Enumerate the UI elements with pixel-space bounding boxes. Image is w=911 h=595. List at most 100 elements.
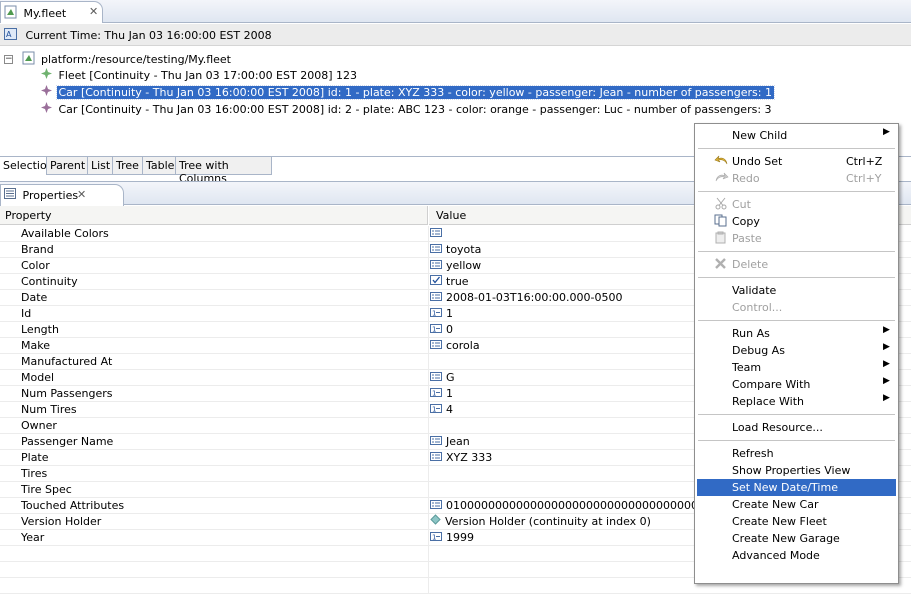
boolean-value-icon — [430, 274, 442, 288]
property-value[interactable]: Version Holder (continuity at index 0) — [430, 514, 651, 528]
tab-tree[interactable]: Tree — [113, 157, 143, 175]
menu-item-create-new-garage[interactable]: Create New Garage — [697, 530, 896, 547]
property-value-text: G — [446, 370, 455, 384]
svg-text:1: 1 — [432, 325, 436, 333]
property-name: Available Colors — [21, 227, 109, 240]
svg-text:1: 1 — [432, 405, 436, 413]
menu-item-label: Show Properties View — [732, 464, 851, 477]
menu-item-load-resource[interactable]: Load Resource... — [697, 419, 896, 436]
property-value[interactable] — [430, 562, 434, 576]
tab-table[interactable]: Table — [143, 157, 176, 175]
menu-item-undo-set[interactable]: Undo Set Ctrl+Z — [697, 153, 896, 170]
current-time-bar: A Current Time: Thu Jan 03 16:00:00 EST … — [0, 24, 911, 46]
menu-separator — [698, 148, 895, 149]
close-icon[interactable]: ✕ — [89, 5, 98, 18]
menu-item-copy[interactable]: Copy — [697, 213, 896, 230]
menu-item-validate[interactable]: Validate — [697, 282, 896, 299]
property-name: Brand — [21, 243, 54, 256]
property-value[interactable] — [430, 546, 434, 560]
tree-root[interactable]: − platform:/resource/testing/My.fleet — [4, 51, 233, 67]
property-value[interactable]: 14 — [430, 402, 453, 416]
column-divider — [428, 434, 429, 450]
fleet-file-icon — [4, 5, 18, 22]
property-value-text: yellow — [446, 258, 482, 272]
menu-item-show-properties-view[interactable]: Show Properties View — [697, 462, 896, 479]
menu-item-cut: Cut — [697, 196, 896, 213]
column-divider — [428, 258, 429, 274]
property-value[interactable]: corola — [430, 338, 480, 352]
property-value-text: Jean — [446, 434, 470, 448]
property-value[interactable] — [430, 482, 434, 496]
property-value[interactable]: 1 1999 — [430, 530, 474, 544]
property-value-text: 1999 — [446, 530, 474, 544]
menu-item-control: Control... — [697, 299, 896, 316]
menu-item-compare-with[interactable]: Compare With ▶ — [697, 376, 896, 393]
tree-item[interactable]: Car [Continuity - Thu Jan 03 16:00:00 ES… — [40, 84, 775, 100]
submenu-arrow-icon: ▶ — [883, 359, 890, 369]
menu-item-label: Control... — [732, 301, 783, 314]
tab-list[interactable]: List — [88, 157, 113, 175]
tab-parent[interactable]: Parent — [47, 157, 88, 175]
number-value-icon: 1 — [430, 531, 442, 544]
menu-item-create-new-car[interactable]: Create New Car — [697, 496, 896, 513]
properties-tab[interactable]: Properties ✕ — [0, 184, 124, 206]
property-value[interactable]: G — [430, 370, 455, 384]
property-value[interactable] — [430, 226, 446, 240]
column-header-property[interactable]: Property — [0, 206, 428, 225]
menu-item-create-new-fleet[interactable]: Create New Fleet — [697, 513, 896, 530]
property-value[interactable] — [430, 354, 434, 368]
property-value[interactable]: XYZ 333 — [430, 450, 492, 464]
property-name: Year — [21, 531, 45, 544]
column-divider — [428, 514, 429, 530]
property-name: Color — [21, 259, 50, 272]
property-value[interactable]: 11 — [430, 386, 453, 400]
column-divider — [428, 242, 429, 258]
property-name: Tires — [21, 467, 48, 480]
menu-item-team[interactable]: Team ▶ — [697, 359, 896, 376]
editor-tab-my-fleet[interactable]: My.fleet ✕ — [0, 1, 103, 23]
property-value[interactable]: yellow — [430, 258, 481, 272]
property-value[interactable] — [430, 418, 434, 432]
property-name: Plate — [21, 451, 49, 464]
paste-icon — [714, 231, 728, 247]
close-icon[interactable]: ✕ — [77, 188, 86, 201]
property-value[interactable]: true — [430, 274, 469, 288]
property-name: Passenger Name — [21, 435, 114, 448]
resource-icon — [22, 51, 36, 68]
column-divider — [428, 498, 429, 514]
tree-item[interactable]: Fleet [Continuity - Thu Jan 03 17:00:00 … — [40, 67, 359, 83]
property-value[interactable]: toyota — [430, 242, 481, 256]
menu-item-new-child[interactable]: New Child ▶ — [697, 127, 896, 144]
menu-item-label: Copy — [732, 215, 760, 228]
property-value[interactable] — [430, 578, 434, 592]
column-divider — [428, 530, 429, 546]
menu-item-set-new-date-time[interactable]: Set New Date/Time — [697, 479, 896, 496]
property-value[interactable]: 10 — [430, 322, 453, 336]
column-divider — [428, 290, 429, 306]
submenu-arrow-icon: ▶ — [883, 325, 890, 335]
menu-item-replace-with[interactable]: Replace With ▶ — [697, 393, 896, 410]
tab-tree-with-columns[interactable]: Tree with Columns — [176, 157, 272, 185]
list-value-icon — [430, 371, 442, 384]
menu-item-advanced-mode[interactable]: Advanced Mode — [697, 547, 896, 564]
property-value[interactable]: Jean — [430, 434, 470, 448]
column-divider — [428, 450, 429, 466]
menu-item-run-as[interactable]: Run As ▶ — [697, 325, 896, 342]
menu-item-label: Create New Fleet — [732, 515, 827, 528]
tab-selection[interactable]: Selection — [0, 157, 54, 175]
menu-item-paste: Paste — [697, 230, 896, 247]
tree-root-label: platform:/resource/testing/My.fleet — [41, 53, 231, 66]
property-value[interactable]: 11 — [430, 306, 453, 320]
menu-item-refresh[interactable]: Refresh — [697, 445, 896, 462]
menu-item-label: Paste — [732, 232, 762, 245]
collapse-icon[interactable]: − — [4, 55, 13, 64]
menu-item-debug-as[interactable]: Debug As ▶ — [697, 342, 896, 359]
tree-item[interactable]: Car [Continuity - Thu Jan 03 16:00:00 ES… — [40, 101, 774, 117]
property-value[interactable]: 2008-01-03T16:00:00.000-0500 — [430, 290, 623, 304]
context-menu: New Child ▶ Undo Set Ctrl+Z Redo Ctrl+Y Cut Cop… — [694, 123, 899, 584]
menu-separator — [698, 251, 895, 252]
property-value[interactable] — [430, 466, 434, 480]
menu-separator — [698, 277, 895, 278]
number-value-icon: 1 — [430, 387, 442, 400]
column-divider — [428, 418, 429, 434]
